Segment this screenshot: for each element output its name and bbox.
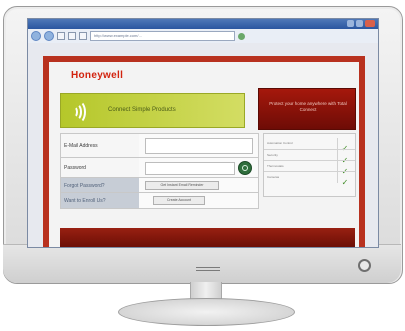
- web-page: Honeywell Connect Simple Products Protec…: [43, 56, 365, 247]
- password-label: Password: [61, 158, 139, 178]
- promo-banner-red[interactable]: Protect your home anywhere with Total Co…: [258, 88, 356, 130]
- password-row: Password: [61, 157, 258, 178]
- monitor-screen: http://www.example.com/… Honeywell Conne…: [27, 18, 379, 248]
- forgot-password-link[interactable]: Forgot Password?: [61, 178, 139, 193]
- toolbar-button[interactable]: [68, 32, 76, 40]
- maximize-icon[interactable]: [356, 20, 363, 27]
- power-button-icon: [358, 259, 371, 272]
- checklist-row: Cameras ✓: [264, 171, 355, 187]
- brand-logo: Honeywell: [71, 70, 124, 81]
- checkmark-icon: ✓: [341, 178, 349, 187]
- minimize-icon[interactable]: [347, 20, 354, 27]
- wireless-signal-icon: [70, 99, 88, 124]
- checklist-row: Automation Control ✓: [264, 138, 355, 153]
- login-go-button[interactable]: [238, 161, 252, 175]
- email-label: E-Mail Address: [61, 134, 139, 157]
- create-account-button[interactable]: Create Account: [153, 196, 205, 205]
- monitor-chin: [3, 244, 401, 283]
- browser-toolbar: http://www.example.com/…: [28, 29, 378, 44]
- banner-red-text: Protect your home anywhere with Total Co…: [269, 101, 347, 112]
- monitor-base: [118, 298, 295, 326]
- go-icon[interactable]: [238, 32, 245, 40]
- email-reminder-button[interactable]: Get Instant Email Reminder: [145, 181, 219, 190]
- password-field[interactable]: [145, 162, 235, 175]
- toolbar-button[interactable]: [57, 32, 65, 40]
- back-arrow-icon[interactable]: [31, 31, 41, 41]
- promo-banner-green[interactable]: Connect Simple Products: [60, 93, 245, 128]
- window-titlebar: [28, 19, 378, 29]
- enroll-row: Want to Enroll Us? Create Account: [61, 192, 258, 208]
- speaker-grille-icon: [196, 267, 220, 272]
- login-form: E-Mail Address Password Forgot Password?…: [60, 133, 259, 209]
- feature-checklist: Automation Control ✓ Security ✓ Thermost…: [263, 133, 356, 197]
- browser-content: Honeywell Connect Simple Products Protec…: [28, 43, 378, 247]
- email-row: E-Mail Address: [61, 134, 258, 157]
- forgot-row: Forgot Password? Get Instant Email Remin…: [61, 177, 258, 193]
- forward-arrow-icon[interactable]: [44, 31, 54, 41]
- enroll-link[interactable]: Want to Enroll Us?: [61, 193, 139, 208]
- refresh-icon[interactable]: [79, 32, 87, 40]
- address-bar[interactable]: http://www.example.com/…: [90, 31, 235, 41]
- banner-green-text: Connect Simple Products: [108, 107, 176, 113]
- email-field[interactable]: [145, 138, 253, 154]
- footer-banner: [60, 228, 355, 247]
- close-icon[interactable]: [365, 20, 375, 27]
